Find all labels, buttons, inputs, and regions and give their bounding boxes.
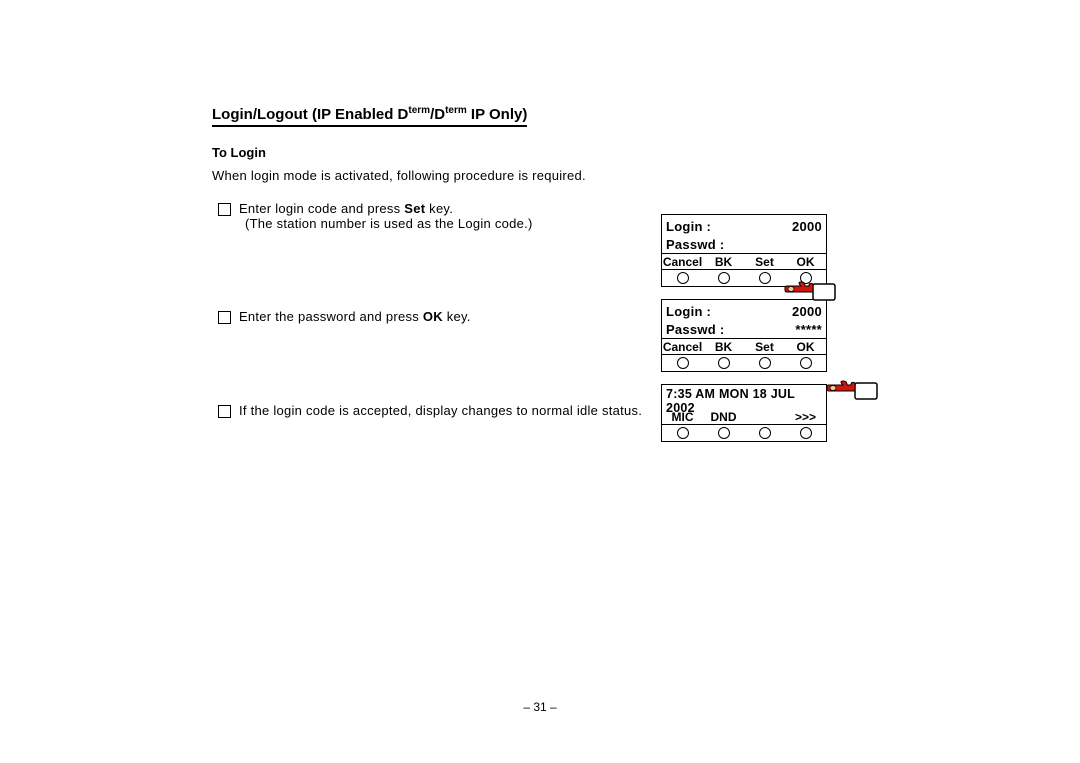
button-dot [718,427,730,439]
button-dot [759,272,771,284]
button-dot [677,427,689,439]
softkey-set: Set [744,339,785,354]
page: Login/Logout (IP Enabled Dterm/Dterm IP … [0,0,1080,763]
intro-paragraph: When login mode is activated, following … [212,168,872,183]
checkbox-icon [218,405,231,418]
softkey-cancel: Cancel [662,339,703,354]
lcd-login-label: Login : [666,304,711,319]
lcd-login-value: 2000 [792,219,822,234]
step-text-bold: OK [423,309,443,324]
heading-sup2: term [445,105,467,116]
softkey-blank [744,409,785,424]
lcd-login-label: Login : [666,219,711,234]
button-dot [800,357,812,369]
button-dot [800,427,812,439]
section-heading: Login/Logout (IP Enabled Dterm/Dterm IP … [212,105,527,127]
softkey-row: MIC DND >>> [662,409,826,424]
lcd-passwd-label: Passwd : [666,322,724,337]
softkey-bk: BK [703,254,744,269]
softkey-ok: OK [785,254,826,269]
button-dot [677,357,689,369]
page-number: – 31 – [0,700,1080,714]
button-dot [759,357,771,369]
step-text-part: key. [443,309,471,324]
sub-heading: To Login [212,145,872,160]
lcd-screen: Login : 2000 Passwd : [662,215,826,253]
lcd-passwd-label: Passwd : [666,237,724,252]
softkey-mic: MIC [662,409,703,424]
softkey-dnd: DND [703,409,744,424]
pointing-hand-icon [825,379,879,409]
heading-part: IP Only) [467,106,528,123]
button-dot [718,357,730,369]
step-text-part: key. [425,201,453,216]
heading-sup1: term [408,105,430,116]
checkbox-icon [218,311,231,324]
heading-part: Login/Logout (IP Enabled D [212,106,408,123]
button-row [662,354,826,371]
button-dot [677,272,689,284]
softkey-row: Cancel BK Set OK [662,338,826,354]
softkey-bk: BK [703,339,744,354]
button-dot [759,427,771,439]
heading-part: /D [430,106,445,123]
pointing-hand-icon [783,280,837,310]
button-row [662,424,826,441]
softkey-row: Cancel BK Set OK [662,253,826,269]
step-text-part: Enter the password and press [239,309,423,324]
step-1-note: (The station number is used as the Login… [239,216,533,231]
step-text-part: Enter login code and press [239,201,404,216]
softkey-next: >>> [785,409,826,424]
phone-display-3: 7:35 AM MON 18 JUL 2002 MIC DND >>> [661,384,827,442]
lcd-passwd-value: ***** [795,322,822,337]
phone-display-1: Login : 2000 Passwd : Cancel BK Set OK [661,214,827,287]
softkey-ok: OK [785,339,826,354]
lcd-screen: 7:35 AM MON 18 JUL 2002 [662,385,826,409]
softkey-set: Set [744,254,785,269]
button-dot [718,272,730,284]
phone-displays: Login : 2000 Passwd : Cancel BK Set OK [661,214,861,454]
step-text-bold: Set [404,201,425,216]
softkey-cancel: Cancel [662,254,703,269]
checkbox-icon [218,203,231,216]
